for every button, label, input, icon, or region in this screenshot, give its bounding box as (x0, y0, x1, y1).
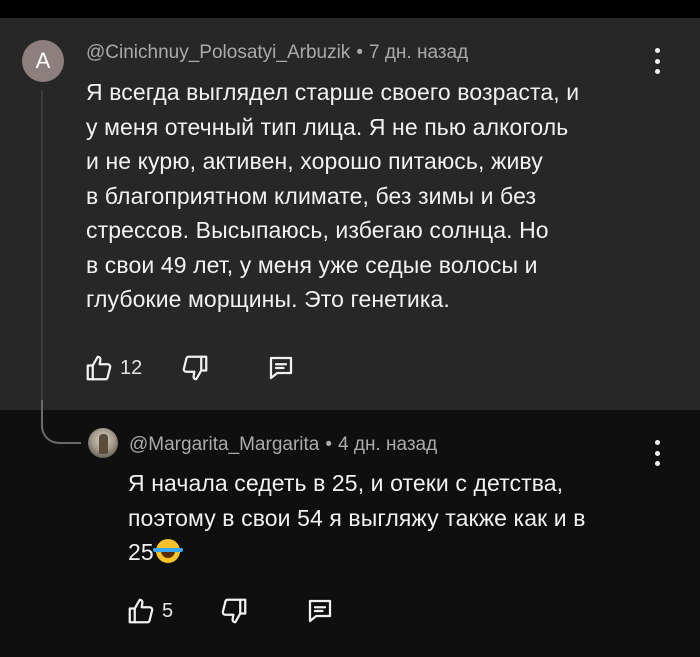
thumbs-up-icon (128, 598, 154, 624)
comment-line: стрессов. Высыпаюсь, избегаю солнца. Но (86, 217, 549, 243)
comment-line: в благоприятном климате, без зимы и без (86, 182, 537, 209)
like-button[interactable]: 5 (126, 596, 173, 626)
thread-line (41, 90, 43, 420)
comment-line: глубокие морщины. Это генетика. (86, 286, 450, 312)
reply-text: Я начала седеть в 25, и отеки с детства,… (128, 466, 586, 570)
laughing-with-tears-icon (152, 539, 183, 563)
top-strip (0, 0, 700, 18)
reply-avatar[interactable] (88, 428, 118, 458)
reply-author-name[interactable]: @Margarita_Margarita (129, 434, 319, 455)
avatar[interactable]: A (22, 40, 64, 82)
meta-separator: • (356, 42, 363, 63)
reply-actions: 5 (126, 596, 335, 626)
thread-connector (41, 400, 81, 444)
reply-meta: @Margarita_Margarita • 4 дн. назад (129, 434, 437, 456)
comment-line: в свои 49 лет, у меня уже седые волосы и (86, 251, 538, 278)
reply-line-last: 25 (128, 535, 586, 570)
like-count: 5 (162, 599, 174, 622)
reply-time[interactable]: 4 дн. назад (338, 434, 437, 455)
thumbs-down-icon (182, 355, 208, 381)
dislike-button[interactable] (219, 596, 249, 626)
reply-line: поэтому в свои 54 я выгляжу также как и … (128, 504, 586, 531)
avatar-letter: A (35, 48, 51, 73)
author-name[interactable]: @Cinichnuy_Polosatyi_Arbuzik (86, 42, 350, 63)
kebab-menu-icon[interactable] (652, 48, 662, 74)
comment-actions: 12 (84, 353, 296, 383)
meta-separator: • (325, 434, 333, 455)
comment-line: у меня отечный тип лица. Я не пью алкого… (86, 113, 569, 140)
comment-text: Я всегда выглядел старше своего возраста… (86, 75, 579, 317)
comment-line: и не курю, активен, хорошо питаюсь, живу (86, 148, 543, 174)
reply-button[interactable] (305, 596, 335, 626)
like-button[interactable]: 12 (84, 353, 142, 383)
thumbs-down-icon (221, 598, 247, 624)
like-count: 12 (120, 356, 143, 379)
comment-time[interactable]: 7 дн. назад (369, 42, 468, 63)
comment-line: Я всегда выглядел старше своего возраста… (86, 79, 580, 105)
comment-meta: @Cinichnuy_Polosatyi_Arbuzik • 7 дн. назад (86, 42, 468, 64)
reply-button[interactable] (266, 353, 296, 383)
reply-line: Я начала седеть в 25, и отеки с детства, (128, 470, 564, 496)
reply-bubble-icon (270, 356, 293, 380)
thumbs-up-icon (86, 355, 112, 381)
dislike-button[interactable] (180, 353, 210, 383)
reply-line: 25 (128, 539, 154, 565)
reply-bubble-icon (309, 599, 332, 623)
kebab-menu-icon[interactable] (652, 440, 662, 466)
